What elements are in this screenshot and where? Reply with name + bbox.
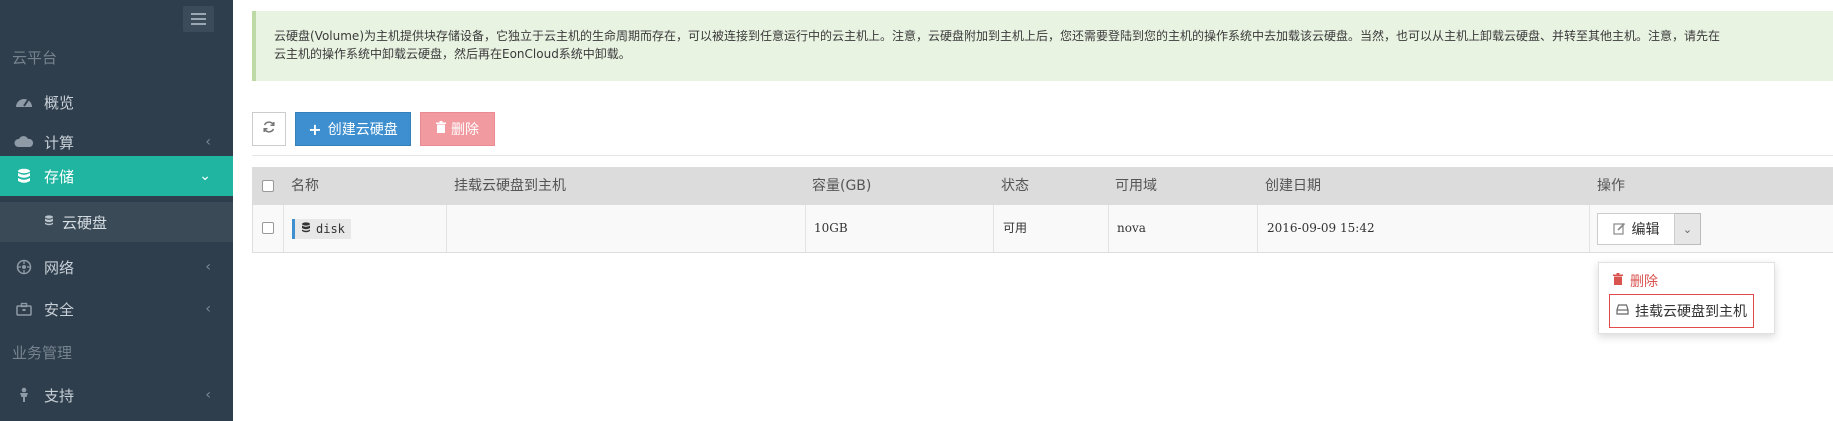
menu-icon-bar bbox=[191, 18, 206, 20]
edit-label: 编辑 bbox=[1631, 221, 1660, 237]
row-actions: 编辑 ⌄ bbox=[1597, 213, 1701, 245]
menu-item-delete-label: 删除 bbox=[1630, 274, 1658, 290]
chevron-down-icon: ⌄ bbox=[1682, 222, 1693, 236]
database-icon bbox=[14, 168, 34, 184]
briefcase-icon bbox=[14, 302, 34, 316]
trash-icon bbox=[436, 121, 446, 137]
sidebar-item-label: 网络 bbox=[44, 258, 75, 277]
column-header-status[interactable]: 状态 bbox=[1001, 167, 1029, 205]
sidebar: 云平台 概览 计算 ‹ 存储 ⌄ 云硬盘 网络 ‹ 安全 ‹ 业务管理 支持 ‹ bbox=[0, 0, 233, 421]
sidebar-subitem-label: 云硬盘 bbox=[62, 213, 108, 232]
delete-label: 删除 bbox=[451, 122, 479, 138]
delete-button[interactable]: 删除 bbox=[420, 112, 495, 146]
actions-dropdown-menu: 删除 挂载云硬盘到主机 bbox=[1598, 262, 1775, 334]
row-checkbox[interactable] bbox=[262, 222, 274, 234]
column-header-zone[interactable]: 可用域 bbox=[1115, 167, 1157, 205]
volume-name: disk bbox=[316, 222, 345, 236]
column-divider bbox=[1257, 205, 1258, 252]
menu-icon-bar bbox=[191, 23, 206, 25]
dashboard-icon bbox=[14, 95, 34, 109]
chevron-left-icon: ‹ bbox=[205, 301, 211, 317]
database-icon bbox=[301, 219, 311, 239]
table-row: disk 10GB 可用 nova 2016-09-09 15:42 编辑 ⌄ bbox=[252, 205, 1833, 253]
sidebar-item-overview[interactable]: 概览 bbox=[0, 82, 233, 122]
sidebar-section-cloud: 云平台 bbox=[12, 49, 58, 67]
database-icon bbox=[44, 215, 54, 229]
trash-icon bbox=[1613, 273, 1623, 289]
column-divider bbox=[1108, 205, 1109, 252]
divider bbox=[252, 155, 1833, 156]
sidebar-item-label: 计算 bbox=[44, 133, 75, 152]
cell-created: 2016-09-09 15:42 bbox=[1267, 221, 1375, 235]
create-volume-button[interactable]: + 创建云硬盘 bbox=[295, 112, 411, 146]
menu-item-delete[interactable]: 删除 bbox=[1613, 271, 1658, 291]
sidebar-subitem-volume[interactable]: 云硬盘 bbox=[0, 202, 233, 242]
edit-icon bbox=[1612, 222, 1626, 237]
sidebar-item-label: 存储 bbox=[44, 167, 75, 186]
column-header-attached-host[interactable]: 挂载云硬盘到主机 bbox=[454, 167, 566, 205]
column-divider bbox=[993, 205, 994, 252]
edit-button[interactable]: 编辑 bbox=[1597, 213, 1675, 245]
sidebar-item-label: 概览 bbox=[44, 93, 75, 112]
refresh-icon bbox=[262, 120, 276, 138]
sidebar-item-label: 安全 bbox=[44, 300, 75, 319]
table-header: 名称 挂载云硬盘到主机 容量(GB) 状态 可用域 创建日期 操作 bbox=[252, 167, 1833, 205]
chevron-left-icon: ‹ bbox=[205, 387, 211, 403]
sidebar-item-storage[interactable]: 存储 ⌄ bbox=[0, 156, 233, 196]
cell-zone: nova bbox=[1117, 221, 1146, 235]
support-icon bbox=[14, 387, 34, 403]
cell-status: 可用 bbox=[1003, 221, 1028, 235]
notice-line-2: 云主机的操作系统中卸载云硬盘，然后再在EonCloud系统中卸载。 bbox=[274, 47, 631, 61]
column-header-actions: 操作 bbox=[1597, 178, 1625, 194]
column-header-name[interactable]: 名称 bbox=[291, 167, 319, 205]
hdd-icon bbox=[1616, 303, 1629, 319]
chevron-left-icon: ‹ bbox=[205, 134, 211, 150]
sidebar-toggle-button[interactable] bbox=[183, 6, 214, 32]
actions-dropdown-toggle[interactable]: ⌄ bbox=[1675, 213, 1701, 245]
notice-line-1: 云硬盘(Volume)为主机提供块存储设备，它独立于云主机的生命周期而存在，可以… bbox=[274, 29, 1721, 43]
sidebar-item-support[interactable]: 支持 ‹ bbox=[0, 375, 233, 415]
select-all-checkbox[interactable] bbox=[262, 180, 274, 192]
menu-item-attach-volume[interactable]: 挂载云硬盘到主机 bbox=[1609, 294, 1754, 328]
column-header-created[interactable]: 创建日期 bbox=[1265, 167, 1321, 205]
cell-capacity: 10GB bbox=[814, 221, 848, 235]
volume-name-link[interactable]: disk bbox=[292, 219, 351, 239]
column-header-capacity[interactable]: 容量(GB) bbox=[812, 167, 871, 205]
column-divider bbox=[446, 205, 447, 252]
column-divider bbox=[1589, 205, 1590, 252]
column-divider bbox=[805, 205, 806, 252]
cloud-icon bbox=[14, 136, 34, 148]
column-divider bbox=[283, 205, 284, 252]
menu-item-attach-label: 挂载云硬盘到主机 bbox=[1635, 304, 1747, 320]
sidebar-item-label: 支持 bbox=[44, 386, 75, 405]
chevron-left-icon: ‹ bbox=[205, 259, 211, 275]
refresh-button[interactable] bbox=[252, 112, 286, 146]
network-icon bbox=[14, 259, 34, 275]
info-notice: 云硬盘(Volume)为主机提供块存储设备，它独立于云主机的生命周期而存在，可以… bbox=[252, 11, 1833, 81]
chevron-down-icon: ⌄ bbox=[199, 168, 211, 184]
sidebar-item-security[interactable]: 安全 ‹ bbox=[0, 289, 233, 329]
create-volume-label: 创建云硬盘 bbox=[327, 122, 398, 138]
sidebar-section-business: 业务管理 bbox=[12, 344, 73, 362]
plus-icon: + bbox=[308, 119, 322, 139]
menu-icon-bar bbox=[191, 13, 206, 15]
sidebar-item-network[interactable]: 网络 ‹ bbox=[0, 247, 233, 287]
